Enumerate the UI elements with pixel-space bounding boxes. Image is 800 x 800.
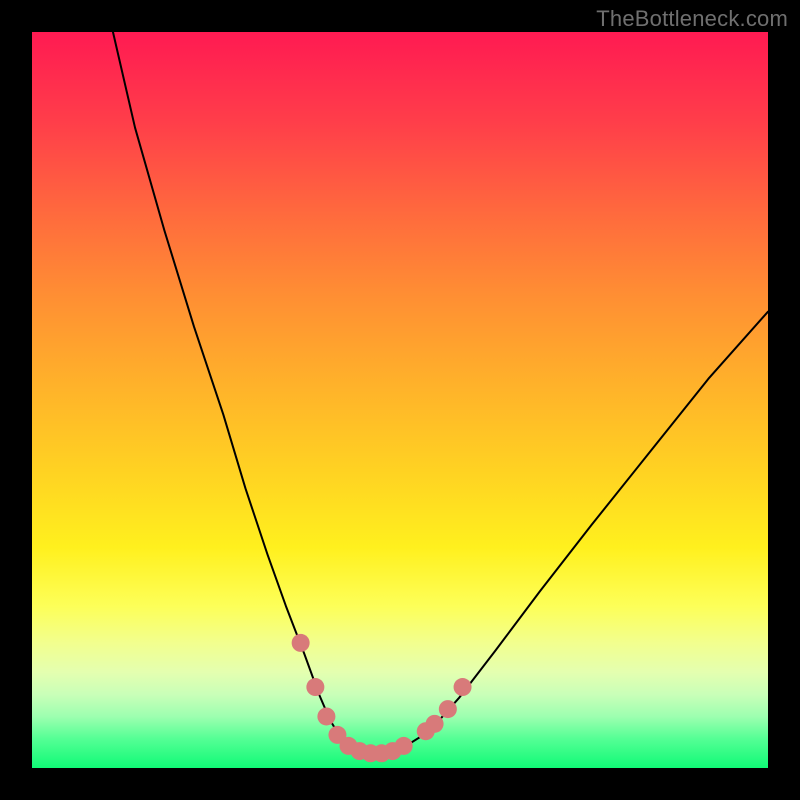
curve-marker (426, 715, 444, 733)
bottleneck-curve (113, 32, 768, 753)
curve-marker (317, 707, 335, 725)
chart-plot-area (32, 32, 768, 768)
chart-svg (32, 32, 768, 768)
curve-marker (454, 678, 472, 696)
curve-markers (292, 634, 472, 762)
chart-frame: TheBottleneck.com (0, 0, 800, 800)
curve-marker (292, 634, 310, 652)
curve-marker (306, 678, 324, 696)
watermark-text: TheBottleneck.com (596, 6, 788, 32)
curve-marker (395, 737, 413, 755)
curve-marker (439, 700, 457, 718)
